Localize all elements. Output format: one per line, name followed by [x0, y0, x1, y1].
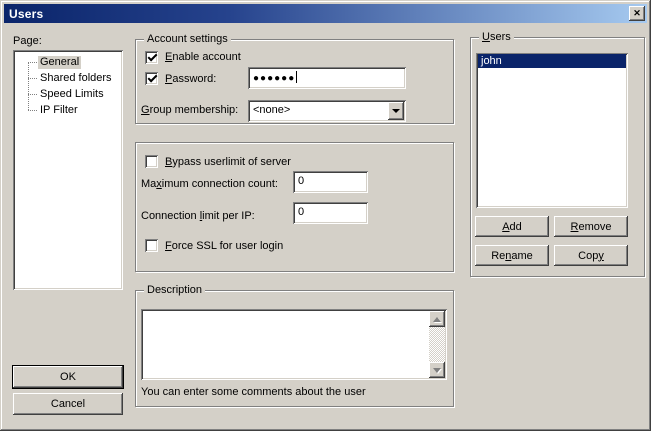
force-ssl-label[interactable]: Force SSL for user login — [165, 240, 283, 253]
password-value: ●●●●●● — [253, 71, 297, 85]
ip-limit-value: 0 — [298, 206, 304, 219]
dropdown-button[interactable] — [388, 102, 404, 120]
enable-account-checkbox[interactable] — [145, 51, 158, 64]
tree-item-shared-folders[interactable]: Shared folders — [13, 70, 123, 86]
chevron-down-icon — [392, 109, 400, 113]
max-connections-input[interactable]: 0 — [293, 171, 368, 193]
description-scrollbar[interactable] — [429, 311, 445, 378]
page-tree[interactable]: General Shared folders Speed Limits IP F… — [13, 50, 123, 290]
tree-item-ip-filter[interactable]: IP Filter — [13, 102, 123, 118]
group-membership-value: <none> — [253, 104, 290, 117]
arrow-up-icon — [433, 317, 441, 322]
description-textarea[interactable] — [141, 309, 447, 380]
add-button[interactable]: Add — [475, 216, 549, 237]
description-hint: You can enter some comments about the us… — [141, 386, 366, 399]
remove-button[interactable]: Remove — [554, 216, 628, 237]
users-group-title: Users — [479, 31, 514, 44]
arrow-down-icon — [433, 368, 441, 373]
description-title: Description — [144, 284, 205, 297]
password-label[interactable]: Password: — [165, 73, 216, 86]
max-connections-value: 0 — [298, 175, 304, 188]
users-listbox[interactable]: john — [476, 53, 628, 208]
titlebar[interactable]: Users ✕ — [4, 4, 647, 23]
tree-item-label[interactable]: Speed Limits — [38, 88, 106, 101]
ip-limit-label: Connection limit per IP: — [141, 210, 255, 223]
cancel-button[interactable]: Cancel — [13, 393, 123, 415]
copy-button[interactable]: Copy — [554, 245, 628, 266]
group-membership-select[interactable]: <none> — [248, 100, 406, 122]
tree-item-speed-limits[interactable]: Speed Limits — [13, 86, 123, 102]
scroll-up-button[interactable] — [429, 311, 445, 327]
users-dialog: Users ✕ Page: General Shared folders Spe… — [0, 0, 651, 431]
account-settings-title: Account settings — [144, 33, 231, 46]
enable-account-label[interactable]: Enable account — [165, 51, 241, 64]
user-list-item[interactable]: john — [478, 54, 626, 68]
group-membership-label: Group membership: — [141, 104, 238, 117]
text-caret — [296, 71, 297, 83]
password-checkbox[interactable] — [145, 72, 158, 85]
tree-item-label[interactable]: Shared folders — [38, 72, 114, 85]
bypass-userlimit-checkbox[interactable] — [145, 155, 158, 168]
rename-button[interactable]: Rename — [475, 245, 549, 266]
ip-limit-input[interactable]: 0 — [293, 202, 368, 224]
max-connections-label: Maximum connection count: — [141, 178, 278, 191]
password-input[interactable]: ●●●●●● — [248, 67, 406, 89]
close-icon: ✕ — [633, 9, 641, 18]
scroll-down-button[interactable] — [429, 362, 445, 378]
close-button[interactable]: ✕ — [629, 6, 645, 21]
window-title: Users — [9, 7, 43, 21]
tree-item-label[interactable]: IP Filter — [38, 104, 80, 117]
page-label: Page: — [13, 35, 42, 48]
bypass-userlimit-label[interactable]: Bypass userlimit of server — [165, 156, 291, 169]
tree-item-label[interactable]: General — [38, 56, 81, 69]
force-ssl-checkbox[interactable] — [145, 239, 158, 252]
tree-item-general[interactable]: General — [13, 54, 123, 70]
ok-button[interactable]: OK — [13, 366, 123, 388]
